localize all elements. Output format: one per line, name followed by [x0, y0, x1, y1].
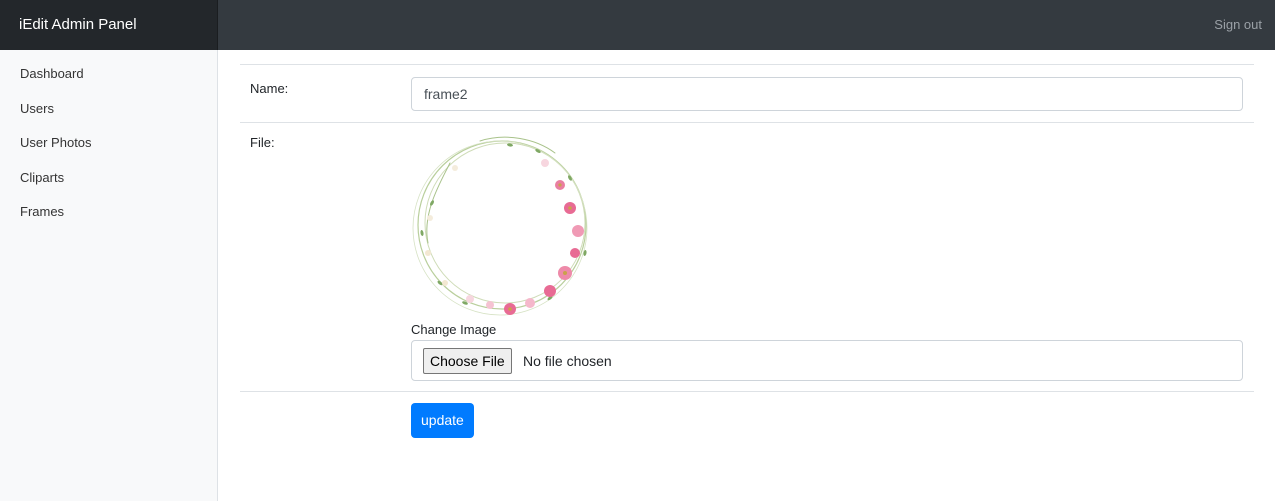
choose-file-button[interactable]: Choose File: [423, 348, 512, 374]
name-row: Name: frame2: [240, 64, 1254, 122]
file-label: File:: [250, 135, 275, 150]
edit-frame-form: Name: frame2 File: Change Image Choose F…: [240, 50, 1254, 472]
file-row: File: Change Image Choose File No file c…: [240, 122, 1254, 391]
name-label: Name:: [250, 81, 289, 96]
floral-wreath-icon: [412, 136, 588, 316]
sign-out-link[interactable]: Sign out: [1214, 0, 1262, 50]
name-input[interactable]: frame2: [411, 77, 1243, 111]
file-input[interactable]: Choose File No file chosen: [411, 340, 1243, 381]
actions-row: update: [240, 391, 1254, 472]
sidebar: Dashboard Users User Photos Cliparts Fra…: [0, 50, 218, 501]
frame-preview-image: [410, 133, 600, 325]
sidebar-item-cliparts[interactable]: Cliparts: [0, 164, 217, 199]
top-navbar: iEdit Admin Panel Sign out: [0, 0, 1275, 50]
no-file-chosen-text: No file chosen: [523, 353, 612, 369]
sidebar-item-user-photos[interactable]: User Photos: [0, 129, 217, 164]
sidebar-item-frames[interactable]: Frames: [0, 198, 217, 233]
change-image-label: Change Image: [411, 322, 497, 337]
update-button[interactable]: update: [411, 403, 474, 438]
brand-title[interactable]: iEdit Admin Panel: [0, 0, 218, 50]
sidebar-item-users[interactable]: Users: [0, 95, 217, 130]
sidebar-item-dashboard[interactable]: Dashboard: [0, 60, 217, 95]
